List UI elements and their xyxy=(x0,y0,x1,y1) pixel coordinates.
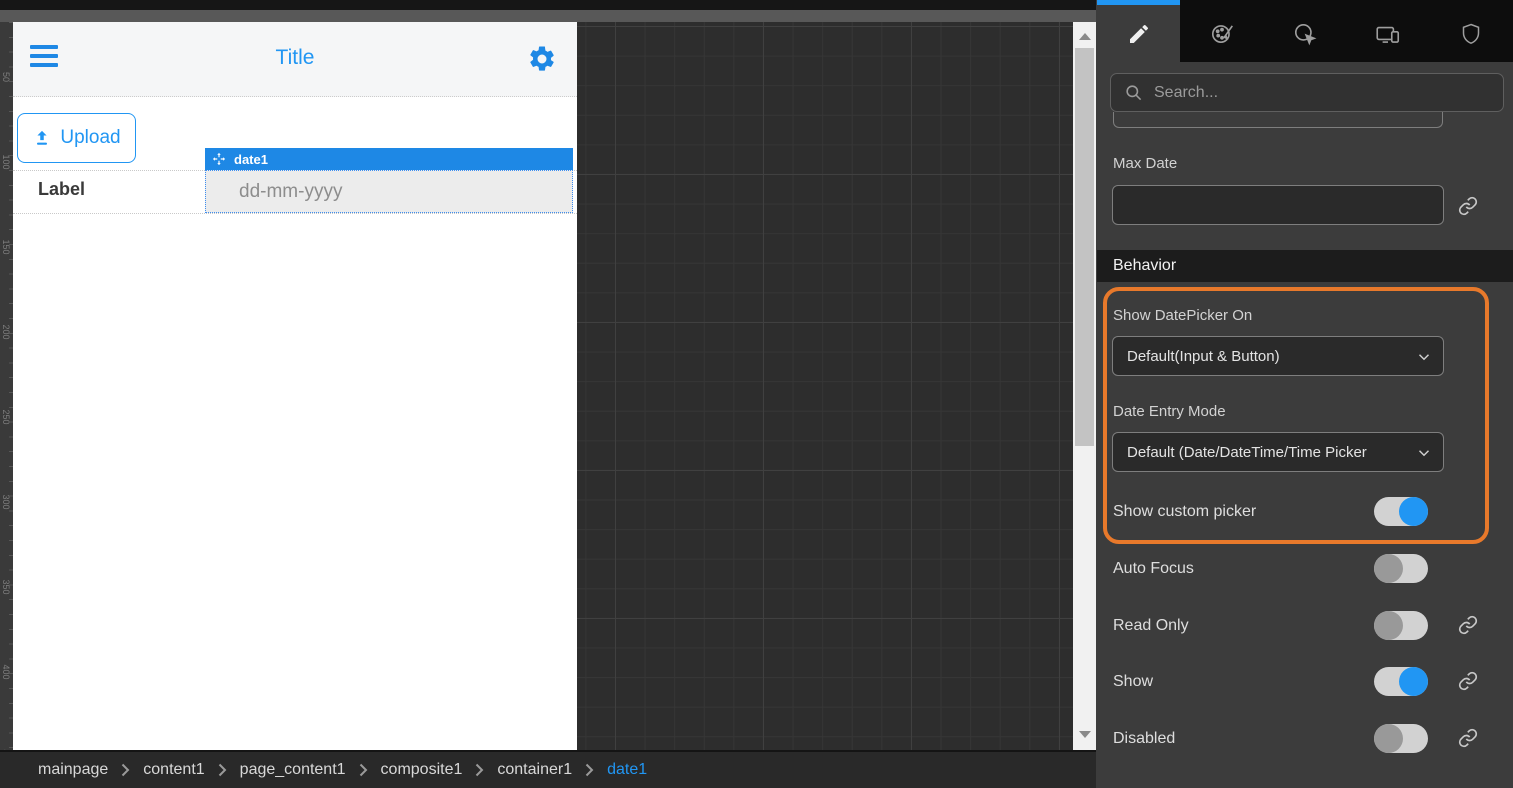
tab-styles[interactable] xyxy=(1180,0,1263,62)
vertical-ruler: 50100150200250300350400450 xyxy=(0,22,13,750)
scroll-down-arrow-icon[interactable] xyxy=(1073,724,1096,744)
upload-button[interactable]: Upload xyxy=(17,113,136,163)
date1-widget[interactable]: date1 dd-mm-yyyy xyxy=(205,148,573,213)
date-entry-mode-value: Default (Date/DateTime/Time Picker xyxy=(1127,444,1405,461)
show-datepicker-on-label: Show DatePicker On xyxy=(1113,307,1252,324)
breadcrumb-item-content1[interactable]: content1 xyxy=(143,761,204,779)
breadcrumb-item-page-content1[interactable]: page_content1 xyxy=(240,761,346,779)
bind-link-icon[interactable] xyxy=(1458,728,1478,748)
breadcrumb-item-mainpage[interactable]: mainpage xyxy=(38,761,108,779)
canvas-vertical-scrollbar[interactable] xyxy=(1073,22,1096,750)
show-datepicker-on-select[interactable]: Default(Input & Button) xyxy=(1112,336,1444,376)
date-entry-mode-select[interactable]: Default (Date/DateTime/Time Picker xyxy=(1112,432,1444,472)
date1-widget-header[interactable]: date1 xyxy=(205,148,573,170)
tab-events[interactable] xyxy=(1263,0,1346,62)
read-only-toggle[interactable] xyxy=(1374,611,1428,640)
chevron-right-icon xyxy=(218,763,227,777)
upload-icon xyxy=(32,128,52,148)
bind-link-icon[interactable] xyxy=(1458,196,1478,216)
app-header-widget[interactable]: Title xyxy=(13,22,577,97)
pointer-select-icon xyxy=(1292,21,1318,47)
chevron-right-icon xyxy=(475,763,484,777)
search-icon xyxy=(1124,83,1143,102)
horizontal-ruler-strip xyxy=(0,10,1096,22)
design-canvas-grid[interactable] xyxy=(577,22,1073,750)
bind-link-icon[interactable] xyxy=(1458,615,1478,635)
read-only-label: Read Only xyxy=(1113,617,1189,635)
panel-tabbar xyxy=(1097,0,1513,62)
devices-icon xyxy=(1374,21,1402,47)
row-divider xyxy=(13,213,577,214)
search-input[interactable] xyxy=(1154,84,1474,102)
show-datepicker-on-value: Default(Input & Button) xyxy=(1127,348,1405,365)
behavior-section-header[interactable]: Behavior xyxy=(1097,250,1513,282)
chevron-down-icon xyxy=(1415,444,1433,462)
app-page-preview: Title Upload Label date1 xyxy=(13,22,577,750)
app-title[interactable]: Title xyxy=(13,46,577,70)
date-input-placeholder: dd-mm-yyyy xyxy=(239,181,342,203)
pencil-icon xyxy=(1127,22,1151,46)
widget-name-label: date1 xyxy=(234,152,268,167)
scroll-up-arrow-icon[interactable] xyxy=(1073,26,1096,46)
chevron-right-icon xyxy=(585,763,594,777)
date-input-field[interactable]: dd-mm-yyyy xyxy=(205,170,573,213)
tab-security[interactable] xyxy=(1430,0,1513,62)
top-strip xyxy=(0,0,1096,10)
tab-devices[interactable] xyxy=(1347,0,1430,62)
property-search xyxy=(1110,73,1504,112)
properties-panel: Max Date Behavior Show DatePicker On Def… xyxy=(1097,0,1513,788)
bind-link-icon[interactable] xyxy=(1458,671,1478,691)
max-date-input[interactable] xyxy=(1112,185,1444,225)
palette-icon xyxy=(1209,21,1235,47)
scrollbar-thumb[interactable] xyxy=(1075,48,1094,446)
chevron-right-icon xyxy=(121,763,130,777)
tab-properties[interactable] xyxy=(1097,0,1180,62)
partially-scrolled-input[interactable] xyxy=(1113,112,1443,128)
wavemaker-studio: 50100150200250300350400450 Title Upload … xyxy=(0,0,1513,788)
auto-focus-label: Auto Focus xyxy=(1113,560,1194,578)
chevron-right-icon xyxy=(359,763,368,777)
form-field-label: Label xyxy=(38,179,85,200)
breadcrumb: mainpage content1 page_content1 composit… xyxy=(0,750,1096,788)
auto-focus-toggle[interactable] xyxy=(1374,554,1428,583)
show-custom-picker-toggle[interactable] xyxy=(1374,497,1428,526)
show-custom-picker-label: Show custom picker xyxy=(1113,503,1256,521)
disabled-toggle[interactable] xyxy=(1374,724,1428,753)
breadcrumb-item-date1[interactable]: date1 xyxy=(607,761,647,779)
date-entry-mode-label: Date Entry Mode xyxy=(1113,403,1226,420)
max-date-label: Max Date xyxy=(1113,155,1177,172)
gear-icon[interactable] xyxy=(527,44,557,74)
show-toggle[interactable] xyxy=(1374,667,1428,696)
breadcrumb-item-composite1[interactable]: composite1 xyxy=(381,761,463,779)
shield-icon xyxy=(1459,21,1483,47)
chevron-down-icon xyxy=(1415,348,1433,366)
upload-button-label: Upload xyxy=(60,127,120,149)
show-label: Show xyxy=(1113,673,1153,691)
disabled-label: Disabled xyxy=(1113,730,1175,748)
breadcrumb-item-container1[interactable]: container1 xyxy=(497,761,572,779)
move-icon xyxy=(212,152,226,166)
